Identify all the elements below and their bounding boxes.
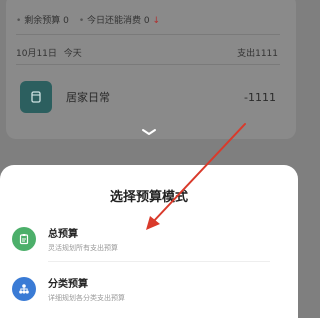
option-subtitle: 灵活规划所有支出预算 (48, 244, 118, 252)
date-row: 10月11日 今天 支出1111 (16, 46, 278, 59)
collapse-chevron-icon[interactable] (139, 127, 159, 137)
cup-icon (20, 81, 52, 113)
clipboard-icon (12, 227, 36, 251)
option-subtitle: 详细规划各分类支出预算 (48, 294, 125, 302)
today-spendable-value: 0 (143, 16, 150, 26)
remaining-budget-stat: • 剩余预算 0 (16, 13, 69, 26)
option-title: 分类预算 (48, 279, 88, 290)
divider (16, 64, 280, 65)
down-arrow-icon: ↓ (152, 16, 161, 26)
category-tree-icon (12, 277, 36, 301)
divider (16, 34, 280, 35)
expense-summary: 支出1111 (237, 49, 278, 59)
sheet-title: 选择预算模式 (109, 190, 188, 205)
option-title: 总预算 (48, 229, 78, 240)
day-label: 今天 (63, 49, 82, 59)
remaining-budget-label: 剩余预算 (24, 16, 61, 26)
budget-mode-sheet: 选择预算模式 总预算 灵活规划所有支出预算 分类预算 详细规划各分类支出预算 (0, 165, 298, 318)
remaining-budget-value: 0 (63, 16, 69, 26)
divider (48, 261, 270, 262)
transaction-entry[interactable]: 居家日常 -1111 (20, 80, 276, 114)
category-budget-option[interactable]: 分类预算 详细规划各分类支出预算 (12, 271, 272, 307)
budget-stats-row: • 剩余预算 0 • 今日还能消费 0 ↓ (16, 13, 160, 26)
total-budget-option[interactable]: 总预算 灵活规划所有支出预算 (12, 221, 272, 257)
entry-category-name: 居家日常 (66, 91, 110, 104)
today-spendable-label: 今日还能消费 (87, 16, 142, 26)
today-spendable-stat: • 今日还能消费 0 ↓ (79, 13, 160, 26)
entry-amount: -1111 (244, 90, 276, 104)
date-label: 10月11日 (16, 49, 57, 59)
